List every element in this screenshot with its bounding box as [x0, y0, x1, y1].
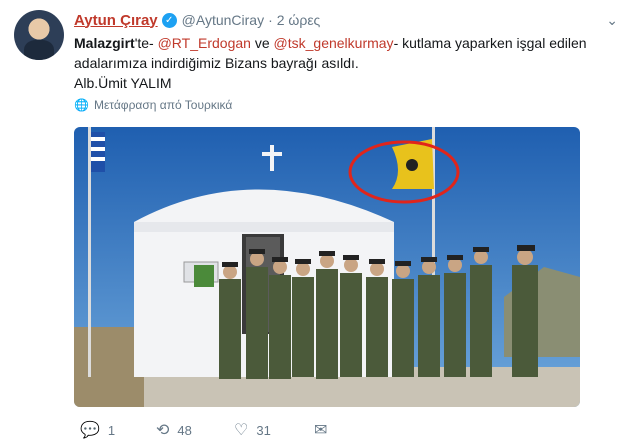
retweet-button[interactable]: ⟲ 48: [156, 420, 192, 440]
reply-count: 1: [107, 422, 116, 438]
retweet-count: 48: [177, 422, 192, 438]
mention-genelkurmay[interactable]: @tsk_genelkurmay: [274, 35, 394, 51]
verified-badge-icon: ✓: [161, 12, 177, 28]
envelope-icon: ✉: [314, 422, 328, 439]
timestamp[interactable]: 2 ώρες: [277, 12, 321, 28]
signature: Alb.Ümit YALIM: [74, 75, 172, 91]
tweet-actions: 💬 1 ⟲ 48 ♡ 31 ✉: [74, 420, 474, 440]
reply-icon: 💬: [80, 422, 100, 439]
reply-button[interactable]: 💬 1: [80, 420, 115, 440]
retweet-icon: ⟲: [156, 422, 170, 439]
tweet-header: Aytun Çıray ✓ @AytunCiray · 2 ώρες: [74, 10, 600, 30]
separator: ·: [268, 12, 273, 28]
heart-icon: ♡: [234, 422, 249, 439]
like-button[interactable]: ♡ 31: [234, 420, 271, 440]
translate-link[interactable]: 🌐 Μετάφραση από Τουρκικά: [74, 98, 232, 112]
handle[interactable]: @AytunCiray: [182, 12, 264, 28]
tweet-text: Malazgirt'te- @RT_Erdogan ve @tsk_genelk…: [74, 33, 594, 93]
text-part: ve: [250, 35, 274, 51]
chevron-down-icon[interactable]: ⌄: [606, 12, 618, 29]
tweet-photo[interactable]: [74, 127, 580, 407]
globe-icon: 🌐: [74, 98, 89, 112]
direct-message-button[interactable]: ✉: [314, 420, 327, 440]
text-bold: Malazgirt: [74, 35, 135, 51]
translate-label: Μετάφραση από Τουρκικά: [93, 98, 233, 112]
like-count: 31: [256, 422, 271, 438]
text-part: 'te-: [134, 35, 158, 51]
mention-erdogan[interactable]: @RT_Erdogan: [158, 35, 251, 51]
avatar[interactable]: [14, 10, 64, 60]
display-name[interactable]: Aytun Çıray: [74, 12, 158, 29]
